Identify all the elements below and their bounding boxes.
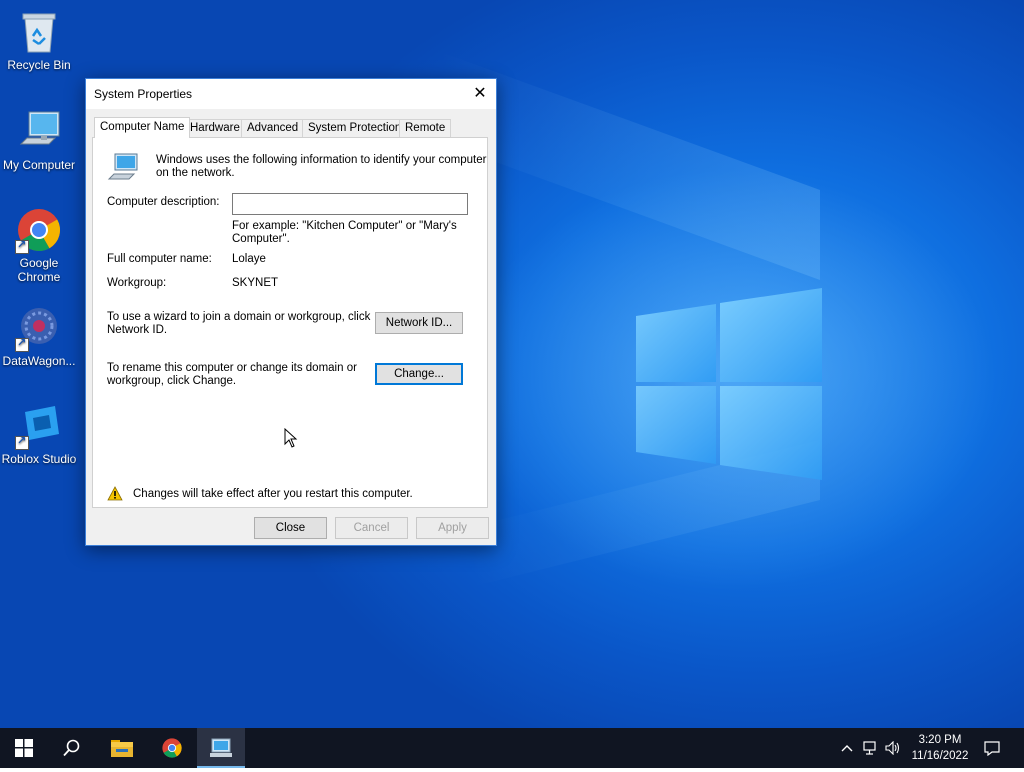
full-computer-name-label: Full computer name: — [107, 253, 212, 265]
dialog-titlebar[interactable]: System Properties ✕ — [86, 79, 496, 109]
intro-text-line1: Windows uses the following information t… — [156, 154, 487, 166]
system-properties-icon — [210, 738, 232, 757]
close-button[interactable]: Close — [254, 517, 327, 539]
example-text-line2: Computer". — [232, 233, 290, 245]
notification-icon — [984, 741, 1000, 757]
desktop-icon-label: Recycle Bin — [7, 58, 71, 72]
network-icon — [863, 741, 876, 755]
computer-description-input[interactable] — [232, 193, 468, 215]
tab-system-protection[interactable]: System Protection — [302, 119, 408, 137]
desktop-icon-google-chrome[interactable]: Google Chrome — [1, 206, 77, 284]
shortcut-arrow-icon — [15, 336, 29, 352]
volume-control[interactable] — [882, 728, 904, 768]
desktop-icon-label: Roblox Studio — [1, 452, 77, 466]
tab-remote[interactable]: Remote — [399, 119, 452, 137]
dialog-title: System Properties — [94, 87, 193, 101]
taskbar-file-explorer[interactable] — [98, 728, 146, 768]
example-text-line1: For example: "Kitchen Computer" or "Mary… — [232, 220, 457, 232]
system-properties-dialog: System Properties ✕ Computer Name Hardwa… — [85, 78, 497, 546]
computer-description-label: Computer description: — [107, 196, 220, 208]
computer-icon — [19, 111, 60, 145]
folder-icon — [111, 740, 133, 757]
rename-hint-line1: To rename this computer or change its do… — [107, 362, 357, 374]
shortcut-arrow-icon — [15, 434, 29, 450]
network-computer-icon — [107, 153, 138, 180]
desktop-icon-datawagon[interactable]: DataWagon... — [1, 304, 77, 368]
taskbar-chrome[interactable] — [148, 728, 196, 768]
action-center-button[interactable] — [980, 728, 1004, 768]
taskbar-clock[interactable]: 3:20 PM 11/16/2022 — [908, 732, 972, 764]
intro-text-line2: on the network. — [156, 167, 235, 179]
search-button[interactable] — [48, 728, 96, 768]
desktop-icon-label: DataWagon... — [2, 354, 76, 368]
chevron-up-icon — [841, 745, 853, 752]
desktop-icon-recycle-bin[interactable]: Recycle Bin — [1, 8, 77, 72]
desktop-icon-label: Google Chrome — [17, 256, 61, 284]
restart-warning-text: Changes will take effect after you resta… — [133, 488, 413, 500]
mouse-cursor-icon — [284, 428, 298, 448]
recycle-bin-icon — [22, 13, 56, 53]
close-icon[interactable]: ✕ — [464, 79, 496, 109]
workgroup-value: SKYNET — [232, 277, 279, 289]
desktop-icon-my-computer[interactable]: My Computer — [1, 108, 77, 172]
speaker-icon — [885, 740, 900, 756]
clock-time: 3:20 PM — [918, 734, 962, 746]
taskbar: 3:20 PM 11/16/2022 — [0, 728, 1024, 768]
apply-button[interactable]: Apply — [416, 517, 489, 539]
shortcut-arrow-icon — [15, 238, 29, 254]
workgroup-label: Workgroup: — [107, 277, 167, 289]
start-button[interactable] — [0, 728, 48, 768]
change-button[interactable]: Change... — [375, 363, 463, 385]
chrome-icon — [162, 738, 182, 758]
tab-hardware[interactable]: Hardware — [184, 119, 246, 137]
taskbar-system-properties[interactable] — [197, 728, 245, 768]
network-status[interactable] — [860, 728, 882, 768]
network-id-button[interactable]: Network ID... — [375, 312, 463, 334]
clock-date: 11/16/2022 — [911, 750, 969, 762]
cancel-button[interactable]: Cancel — [335, 517, 408, 539]
windows-logo — [636, 288, 822, 480]
tab-computer-name[interactable]: Computer Name — [94, 117, 191, 138]
computer-name-panel: Windows uses the following information t… — [92, 137, 488, 508]
rename-hint-line2: workgroup, click Change. — [107, 375, 237, 387]
tab-advanced[interactable]: Advanced — [241, 119, 305, 137]
windows-start-icon — [15, 739, 33, 757]
show-hidden-icons[interactable] — [836, 728, 858, 768]
network-id-hint-line2: Network ID. — [107, 324, 168, 336]
desktop-icon-roblox-studio[interactable]: Roblox Studio — [1, 402, 77, 466]
full-computer-name-value: Lolaye — [232, 253, 266, 265]
warning-icon — [107, 486, 123, 501]
network-id-hint-line1: To use a wizard to join a domain or work… — [107, 311, 371, 323]
wallpaper-beam — [440, 51, 820, 280]
search-icon — [63, 739, 80, 757]
desktop-icon-label: My Computer — [2, 158, 76, 172]
